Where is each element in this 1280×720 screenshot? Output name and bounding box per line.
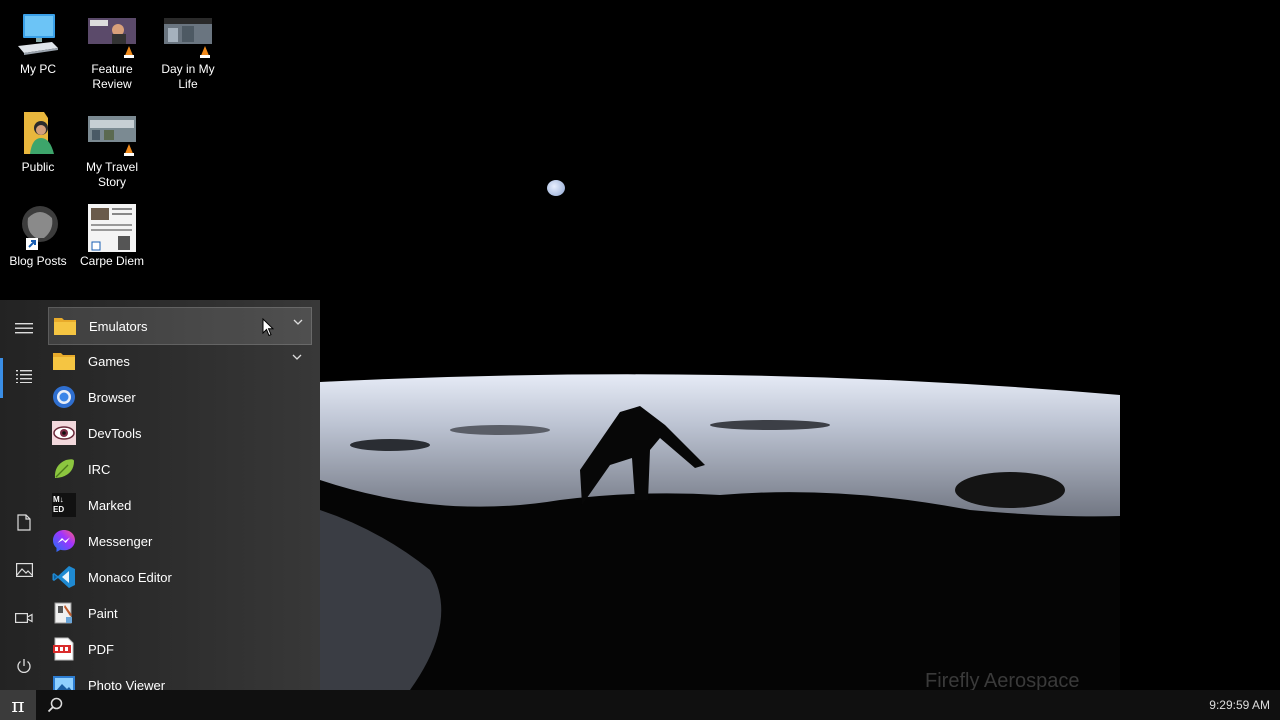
app-label: Monaco Editor (88, 569, 172, 585)
lunar-surface-image (320, 374, 1120, 690)
pictures-button[interactable] (0, 550, 48, 590)
app-marked[interactable]: M↓ ED Marked (48, 487, 310, 523)
app-label: Emulators (89, 318, 148, 334)
mouse-cursor (262, 318, 274, 337)
vscode-icon (52, 565, 76, 589)
app-label: Messenger (88, 533, 153, 549)
video-camera-icon (15, 613, 33, 624)
app-label: IRC (88, 461, 111, 477)
browser-icon (52, 385, 76, 409)
taskbar-clock[interactable]: 9:29:59 AM (1209, 698, 1270, 712)
app-monaco-editor[interactable]: Monaco Editor (48, 559, 310, 595)
desktop-icon-label: Carpe Diem (79, 254, 145, 268)
app-pdf[interactable]: PDF (48, 631, 310, 667)
desktop-icon-label: Day in My Life (161, 62, 215, 91)
app-folder-games[interactable]: Games (48, 343, 310, 379)
start-menu: Emulators Games Browser DevTools IRC M↓ … (0, 300, 320, 690)
app-messenger[interactable]: Messenger (48, 523, 310, 559)
desktop-icon-label: Public (21, 160, 55, 174)
shortcut-icon (14, 204, 62, 252)
app-label: Marked (88, 497, 132, 513)
start-menu-rail (0, 300, 48, 690)
video-thumbnail-icon (88, 12, 136, 60)
app-browser[interactable]: Browser (48, 379, 310, 415)
folder-icon (14, 110, 62, 158)
start-menu-app-list: Emulators Games Browser DevTools IRC M↓ … (48, 300, 320, 690)
app-label: Paint (88, 605, 118, 621)
folder-icon (52, 349, 76, 373)
folder-icon (53, 314, 77, 338)
hamburger-icon (15, 323, 33, 334)
desktop-icon-my-pc[interactable]: My PC (0, 12, 76, 77)
app-label: Photo Viewer (88, 677, 166, 691)
desktop-icon-my-travel-story[interactable]: My Travel Story (74, 110, 150, 190)
desktop-icon-carpe-diem[interactable]: Carpe Diem (74, 204, 150, 269)
list-icon (16, 370, 32, 383)
video-thumbnail-icon (164, 12, 212, 60)
wallpaper-watermark: Firefly Aerospace (925, 670, 1080, 690)
devtools-icon (52, 421, 76, 445)
desktop-icon-label: Feature Review (91, 62, 133, 91)
video-thumbnail-icon (88, 110, 136, 158)
desktop-icon-day-in-my-life[interactable]: Day in My Life (150, 12, 226, 92)
marked-icon-text: M↓ ED (53, 495, 65, 514)
app-label: DevTools (88, 425, 142, 441)
taskbar: π 9:29:59 AM (0, 690, 1280, 720)
desktop-icon-label: My PC (20, 62, 56, 76)
document-icon (17, 513, 31, 531)
app-label: PDF (88, 641, 114, 657)
chevron-down-icon[interactable] (292, 354, 302, 360)
messenger-icon (52, 529, 76, 553)
app-irc[interactable]: IRC (48, 451, 310, 487)
app-paint[interactable]: Paint (48, 595, 310, 631)
document-thumbnail-icon (88, 204, 136, 252)
pdf-icon (52, 637, 76, 661)
pi-logo-icon: π (11, 693, 25, 717)
desktop-icon-blog-posts[interactable]: Blog Posts (0, 204, 76, 269)
chevron-down-icon[interactable] (293, 319, 303, 325)
photo-viewer-icon (52, 673, 76, 690)
desktop-icon-public[interactable]: Public (0, 110, 76, 175)
all-apps-button[interactable] (0, 356, 48, 396)
desktop-icon-label: Blog Posts (9, 254, 67, 268)
start-button[interactable]: π (0, 690, 36, 720)
videos-button[interactable] (0, 598, 48, 638)
image-icon (15, 563, 33, 577)
irc-icon (52, 457, 76, 481)
hamburger-menu-button[interactable] (0, 308, 48, 348)
app-label: Games (88, 353, 130, 369)
paint-icon (52, 601, 76, 625)
app-photo-viewer[interactable]: Photo Viewer (48, 667, 310, 690)
app-devtools[interactable]: DevTools (48, 415, 310, 451)
power-icon (17, 659, 31, 673)
search-icon (47, 697, 63, 713)
power-button[interactable] (0, 646, 48, 686)
desktop-icon-label: My Travel Story (85, 160, 138, 189)
marked-icon: M↓ ED (52, 493, 76, 517)
documents-button[interactable] (0, 502, 48, 542)
search-button[interactable] (38, 690, 72, 720)
desktop-icon-feature-review[interactable]: Feature Review (74, 12, 150, 92)
earth-in-sky (547, 180, 565, 196)
computer-icon (14, 12, 62, 60)
app-label: Browser (88, 389, 136, 405)
